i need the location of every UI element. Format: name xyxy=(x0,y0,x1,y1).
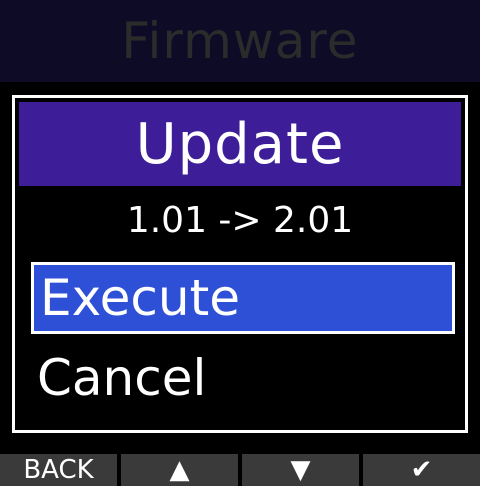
cancel-option[interactable]: Cancel xyxy=(31,342,455,414)
execute-option[interactable]: Execute xyxy=(31,262,455,334)
confirm-button[interactable]: ✔ xyxy=(363,454,480,486)
background-title: Firmware xyxy=(121,12,359,70)
update-dialog: Update 1.01 -> 2.01 Execute Cancel xyxy=(12,95,468,433)
checkmark-icon: ✔ xyxy=(410,455,433,485)
up-arrow-icon: ▲ xyxy=(169,455,190,485)
dialog-title: Update xyxy=(19,102,461,186)
down-button[interactable]: ▼ xyxy=(242,454,359,486)
down-arrow-icon: ▼ xyxy=(290,455,311,485)
up-button[interactable]: ▲ xyxy=(121,454,238,486)
background-header: Firmware xyxy=(0,0,480,82)
version-text: 1.01 -> 2.01 xyxy=(126,199,354,241)
softkey-bar: BACK ▲ ▼ ✔ xyxy=(0,454,480,486)
device-screen: Firmware Update 1.01 -> 2.01 Execute Can… xyxy=(0,0,480,486)
back-label: BACK xyxy=(23,455,94,485)
back-button[interactable]: BACK xyxy=(0,454,117,486)
